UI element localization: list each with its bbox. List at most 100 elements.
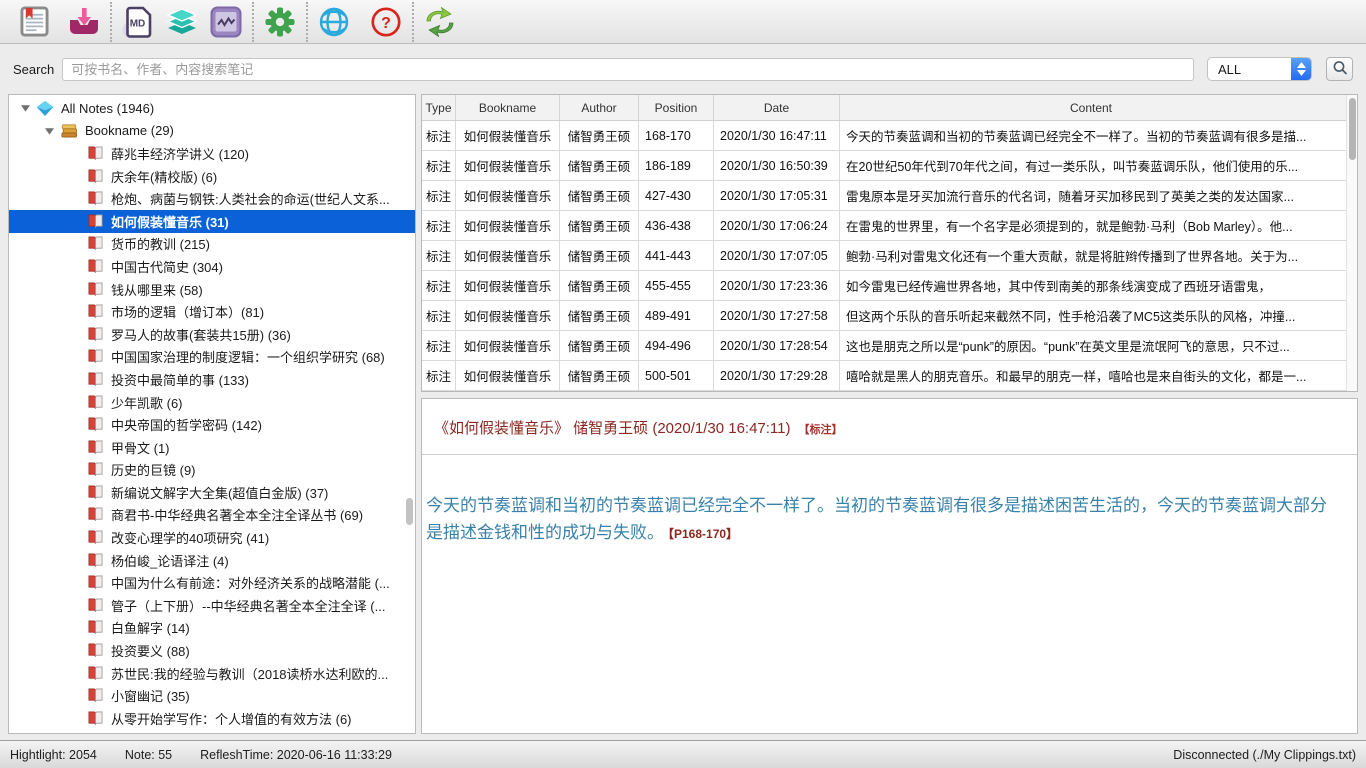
sidebar-book-item[interactable]: 中国为什么有前途：对外经济关系的战略潜能 (... xyxy=(9,571,415,594)
sidebar-book-item[interactable]: 管子（上下册）--中华经典名著全本全注全译 (... xyxy=(9,594,415,617)
cell-bookname: 如何假装懂音乐 xyxy=(456,331,560,360)
sidebar-book-item[interactable]: 中国古代简史 (304) xyxy=(9,255,415,278)
note-detail-title: 《如何假装懂音乐》 储智勇王硕 (2020/1/30 16:47:11)【标注】 xyxy=(434,417,1345,438)
cell-bookname: 如何假装懂音乐 xyxy=(456,361,560,390)
note-detail-panel: 《如何假装懂音乐》 储智勇王硕 (2020/1/30 16:47:11)【标注】… xyxy=(421,398,1358,734)
column-header-bookname[interactable]: Bookname xyxy=(456,95,560,120)
column-header-date[interactable]: Date xyxy=(714,95,840,120)
disclosure-triangle-icon[interactable] xyxy=(43,127,55,135)
table-row[interactable]: 标注如何假装懂音乐储智勇王硕436-4382020/1/30 17:06:24在… xyxy=(422,211,1357,241)
notes-document-button[interactable] xyxy=(14,2,54,42)
sidebar-book-item[interactable]: 市场的逻辑（增订本）(81) xyxy=(9,300,415,323)
table-row[interactable]: 标注如何假装懂音乐储智勇王硕441-4432020/1/30 17:07:05鲍… xyxy=(422,241,1357,271)
cell-content: 如今雷鬼已经传遍世界各地，其中传到南美的那条线演变成了西班牙语雷鬼， xyxy=(840,271,1357,300)
search-input[interactable] xyxy=(62,58,1194,81)
cell-author: 储智勇王硕 xyxy=(560,331,639,360)
sidebar-book-item[interactable]: 中央帝国的哲学密码 (142) xyxy=(9,413,415,436)
book-label: 枪炮、病菌与钢铁:人类社会的命运(世纪人文系... xyxy=(111,189,390,208)
sidebar-book-item[interactable]: 苏世民:我的经验与教训（2018读桥水达利欧的... xyxy=(9,662,415,685)
sidebar-book-item[interactable]: 少年凯歌 (6) xyxy=(9,391,415,414)
column-header-position[interactable]: Position xyxy=(639,95,714,120)
sidebar-item-all-notes[interactable]: All Notes (1946) xyxy=(9,97,415,120)
sidebar-book-item[interactable]: 历史的巨镜 (9) xyxy=(9,459,415,482)
search-bar: Search ALL xyxy=(0,44,1366,94)
book-label: 商君书-中华经典名著全本全注全译丛书 (69) xyxy=(111,505,363,524)
cell-type: 标注 xyxy=(422,301,456,330)
book-label: 庆余年(精校版) (6) xyxy=(111,167,217,186)
sync-arrows-icon xyxy=(422,7,458,37)
globe-icon xyxy=(318,6,350,38)
book-icon xyxy=(87,169,104,184)
book-icon xyxy=(87,214,104,229)
dropdown-stepper-icon xyxy=(1291,57,1311,81)
toolbar: MD xyxy=(0,0,1366,44)
sidebar-book-item[interactable]: 从零开始学写作：个人增值的有效方法 (6) xyxy=(9,707,415,730)
layers-export-button[interactable] xyxy=(162,2,202,42)
question-mark-icon: ? xyxy=(370,6,402,38)
table-row[interactable]: 标注如何假装懂音乐储智勇王硕168-1702020/1/30 16:47:11今… xyxy=(422,121,1357,151)
sidebar-book-item[interactable]: 白鱼解字 (14) xyxy=(9,617,415,640)
cell-type: 标注 xyxy=(422,181,456,210)
search-button[interactable] xyxy=(1326,57,1353,81)
cell-date: 2020/1/30 16:47:11 xyxy=(714,121,840,150)
cell-content: 这也是朋克之所以是“punk”的原因。“punk”在英文里是流氓阿飞的意思，只不… xyxy=(840,331,1357,360)
cell-content: 但这两个乐队的音乐听起来截然不同，性手枪沿袭了MC5这类乐队的风格，冲撞... xyxy=(840,301,1357,330)
sidebar-book-item[interactable]: 货币的教训 (215) xyxy=(9,233,415,256)
book-icon xyxy=(87,191,104,206)
help-button[interactable]: ? xyxy=(366,2,406,42)
cell-position: 441-443 xyxy=(639,241,714,270)
sidebar-book-item[interactable]: 改变心理学的40项研究 (41) xyxy=(9,526,415,549)
sidebar-book-item[interactable]: 投资要义 (88) xyxy=(9,639,415,662)
sidebar-book-item[interactable]: 新编说文解字大全集(超值白金版) (37) xyxy=(9,481,415,504)
table-row[interactable]: 标注如何假装懂音乐储智勇王硕489-4912020/1/30 17:27:58但… xyxy=(422,301,1357,331)
table-scrollbar[interactable] xyxy=(1346,95,1357,391)
sidebar-book-item[interactable]: 中国国家治理的制度逻辑：一个组织学研究 (68) xyxy=(9,346,415,369)
note-detail-body: 今天的节奏蓝调和当初的节奏蓝调已经完全不一样了。当初的节奏蓝调有很多是描述困苦生… xyxy=(426,493,1343,546)
table-row[interactable]: 标注如何假装懂音乐储智勇王硕494-4962020/1/30 17:28:54这… xyxy=(422,331,1357,361)
table-row[interactable]: 标注如何假装懂音乐储智勇王硕500-5012020/1/30 17:29:28嘻… xyxy=(422,361,1357,391)
sidebar-book-item[interactable]: 商君书-中华经典名著全本全注全译丛书 (69) xyxy=(9,504,415,527)
sidebar-book-item[interactable]: 小窗幽记 (35) xyxy=(9,684,415,707)
filter-dropdown[interactable]: ALL xyxy=(1207,57,1312,81)
cell-date: 2020/1/30 17:23:36 xyxy=(714,271,840,300)
layers-icon xyxy=(165,7,199,37)
column-header-content[interactable]: Content xyxy=(840,95,1357,120)
sidebar-book-item[interactable]: 薛兆丰经济学讲义 (120) xyxy=(9,142,415,165)
table-row[interactable]: 标注如何假装懂音乐储智勇王硕427-4302020/1/30 17:05:31雷… xyxy=(422,181,1357,211)
column-header-type[interactable]: Type xyxy=(422,95,456,120)
book-label: 中国国家治理的制度逻辑：一个组织学研究 (68) xyxy=(111,347,385,366)
sidebar-book-item[interactable]: 投资中最简单的事 (133) xyxy=(9,368,415,391)
sidebar-scrollbar-thumb[interactable] xyxy=(406,498,413,525)
website-button[interactable] xyxy=(314,2,354,42)
sidebar-book-item[interactable]: 枪炮、病菌与钢铁:人类社会的命运(世纪人文系... xyxy=(9,187,415,210)
book-icon xyxy=(87,236,104,251)
sidebar-book-item[interactable]: 钱从哪里来 (58) xyxy=(9,278,415,301)
filter-dropdown-value: ALL xyxy=(1208,62,1291,77)
table-scrollbar-thumb[interactable] xyxy=(1349,98,1356,160)
cell-bookname: 如何假装懂音乐 xyxy=(456,151,560,180)
refresh-button[interactable] xyxy=(420,2,460,42)
markdown-export-button[interactable]: MD xyxy=(118,2,158,42)
book-icon xyxy=(87,349,104,364)
book-label: 少年凯歌 (6) xyxy=(111,393,183,412)
cell-bookname: 如何假装懂音乐 xyxy=(456,211,560,240)
cell-position: 168-170 xyxy=(639,121,714,150)
disclosure-triangle-icon[interactable] xyxy=(19,104,31,112)
book-label: 薛兆丰经济学讲义 (120) xyxy=(111,144,249,163)
sidebar-book-item[interactable]: 甲骨文 (1) xyxy=(9,436,415,459)
book-icon xyxy=(87,372,104,387)
column-header-author[interactable]: Author xyxy=(560,95,639,120)
import-button[interactable] xyxy=(64,2,104,42)
settings-button[interactable] xyxy=(260,2,300,42)
bookname-group-label: Bookname (29) xyxy=(85,123,174,138)
table-row[interactable]: 标注如何假装懂音乐储智勇王硕186-1892020/1/30 16:50:39在… xyxy=(422,151,1357,181)
statistics-button[interactable] xyxy=(206,2,246,42)
book-label: 罗马人的故事(套装共15册) (36) xyxy=(111,325,291,344)
sidebar-book-item[interactable]: 如何假装懂音乐 (31) xyxy=(9,210,415,233)
sidebar-book-item[interactable]: 罗马人的故事(套装共15册) (36) xyxy=(9,323,415,346)
sidebar-item-bookname[interactable]: Bookname (29) xyxy=(9,120,415,143)
sidebar-book-item[interactable]: 庆余年(精校版) (6) xyxy=(9,165,415,188)
sidebar-book-item[interactable]: 杨伯峻_论语译注 (4) xyxy=(9,549,415,572)
table-row[interactable]: 标注如何假装懂音乐储智勇王硕455-4552020/1/30 17:23:36如… xyxy=(422,271,1357,301)
book-icon xyxy=(87,643,104,658)
